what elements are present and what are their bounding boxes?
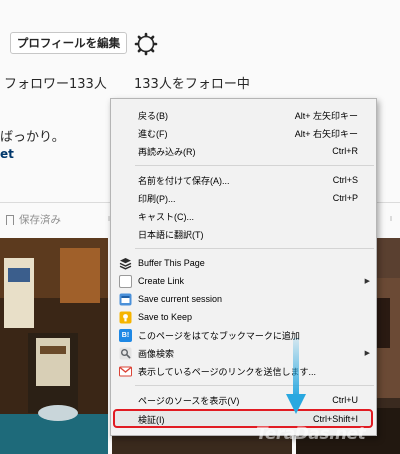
submenu-arrow-icon: ▶ [364, 350, 370, 357]
menu-item-shortcut: Ctrl+P [332, 193, 358, 203]
mail-icon [119, 366, 132, 376]
menu-item-create-link[interactable]: Create Link ▶ [111, 272, 376, 290]
buffer-icon [119, 257, 132, 270]
settings-gear-icon[interactable] [134, 32, 158, 56]
menu-item-print[interactable]: 印刷(P)... Ctrl+P [111, 189, 376, 207]
menu-separator [135, 385, 374, 386]
profile-bio-link[interactable]: et [0, 147, 14, 161]
following-count[interactable]: 133人をフォロー中 [134, 73, 250, 92]
menu-item-hatena-bookmark[interactable]: B! このページをはてなブックマークに追加 [111, 326, 376, 344]
watermark: TeraDas.net [256, 424, 366, 444]
menu-item-shortcut: Alt+ 左矢印キー [294, 110, 358, 121]
menu-item-label: 印刷(P)... [138, 193, 176, 204]
photo-thumbnail[interactable] [0, 238, 108, 454]
menu-item-shortcut: Ctrl+R [332, 146, 358, 156]
menu-item-label: 名前を付けて保存(A)... [138, 175, 230, 186]
menu-item-label: Create Link [138, 276, 185, 286]
tab-saved-label: 保存済み [19, 214, 61, 226]
menu-item-buffer[interactable]: Buffer This Page [111, 254, 376, 272]
submenu-arrow-icon: ▶ [364, 278, 370, 285]
menu-item-save-to-keep[interactable]: Save to Keep [111, 308, 376, 326]
menu-separator [135, 165, 374, 166]
menu-item-label: 戻る(B) [138, 110, 168, 121]
menu-item-view-source[interactable]: ページのソースを表示(V) Ctrl+U [111, 391, 376, 409]
menu-item-shortcut: Alt+ 右矢印キー [294, 128, 358, 139]
menu-item-cast[interactable]: キャスト(C)... [111, 207, 376, 225]
edit-profile-button[interactable]: プロフィールを編集 [10, 32, 127, 54]
menu-item-reload[interactable]: 再読み込み(R) Ctrl+R [111, 142, 376, 160]
menu-item-forward[interactable]: 進む(F) Alt+ 右矢印キー [111, 124, 376, 142]
menu-item-translate[interactable]: 日本語に翻訳(T) [111, 225, 376, 243]
menu-item-label: 日本語に翻訳(T) [138, 229, 204, 240]
menu-item-shortcut: Ctrl+U [332, 395, 358, 405]
menu-item-label: キャスト(C)... [138, 211, 194, 222]
menu-item-save-as[interactable]: 名前を付けて保存(A)... Ctrl+S [111, 171, 376, 189]
menu-item-label: Save current session [138, 294, 223, 304]
menu-item-label: Buffer This Page [138, 258, 205, 268]
menu-item-label: Save to Keep [138, 312, 193, 322]
menu-item-label: このページをはてなブックマークに追加 [138, 330, 300, 341]
keep-icon [119, 311, 132, 323]
bookmark-icon [6, 214, 14, 225]
menu-item-save-session[interactable]: Save current session [111, 290, 376, 308]
menu-item-label: ページのソースを表示(V) [138, 395, 240, 406]
followers-count[interactable]: フォロワー133人 [4, 73, 107, 92]
context-menu: 戻る(B) Alt+ 左矢印キー 進む(F) Alt+ 右矢印キー 再読み込み(… [110, 98, 377, 436]
image-search-icon [119, 347, 132, 359]
tab-divider [390, 216, 392, 221]
menu-item-back[interactable]: 戻る(B) Alt+ 左矢印キー [111, 106, 376, 124]
session-icon [119, 293, 132, 305]
menu-item-label: 再読み込み(R) [138, 146, 196, 157]
menu-item-label: 検証(I) [138, 414, 165, 425]
tab-saved[interactable]: 保存済み [6, 212, 61, 227]
menu-item-label: 進む(F) [138, 128, 168, 139]
menu-item-shortcut: Ctrl+S [332, 175, 358, 185]
menu-item-send-link[interactable]: 表示しているページのリンクを送信します... [111, 362, 376, 380]
menu-item-shortcut: Ctrl+Shift+I [312, 414, 358, 424]
profile-bio: ばっかり。 [0, 130, 65, 145]
bar-photo-image [0, 238, 108, 454]
annotation-arrow-icon [286, 338, 306, 414]
menu-separator [135, 248, 374, 249]
create-link-icon [119, 274, 132, 288]
hatena-icon: B! [119, 328, 132, 342]
menu-item-image-search[interactable]: 画像検索 ▶ [111, 344, 376, 362]
menu-item-label: 画像検索 [138, 348, 175, 359]
